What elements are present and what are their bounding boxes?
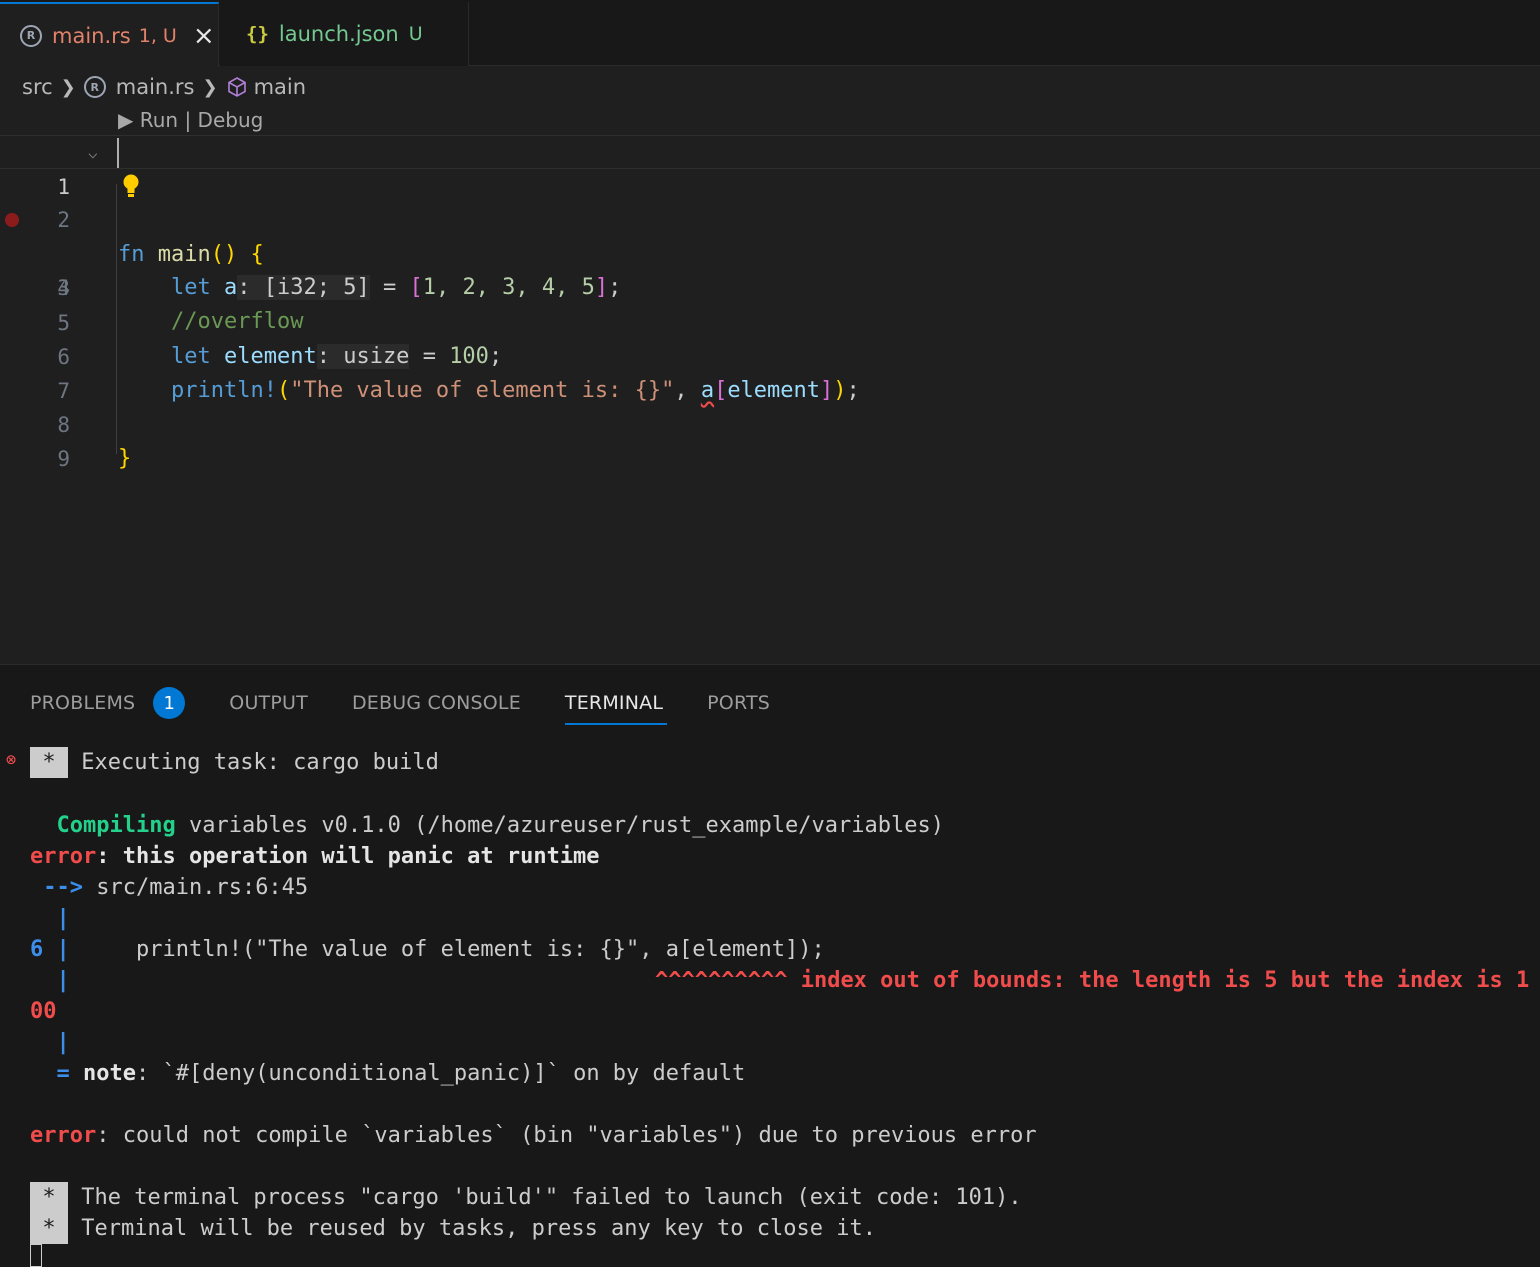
tab-label: launch.json — [278, 22, 399, 46]
code-line-6[interactable]: 6 println!("The value of element is: {}"… — [0, 306, 1540, 403]
tab-ports[interactable]: PORTS — [707, 683, 770, 723]
panel-tabs: PROBLEMS 1 OUTPUT DEBUG CONSOLE TERMINAL… — [30, 683, 814, 725]
code-editor[interactable]: ▶ Run | Debug 1 ⌵ fn main() { 2 let a: [… — [0, 104, 1540, 664]
code-line-9[interactable]: 9 — [0, 408, 1540, 471]
tab-label: PORTS — [707, 692, 771, 714]
tab-output[interactable]: OUTPUT — [229, 683, 308, 723]
tab-launch-json[interactable]: {} launch.json U — [220, 2, 469, 66]
fold-chevron-icon[interactable]: ⌵ — [88, 136, 98, 170]
breadcrumb: src ❯ R main.rs ❯ main — [22, 70, 306, 104]
brace: } — [118, 446, 132, 471]
rust-file-icon: R — [83, 76, 106, 98]
breadcrumb-file[interactable]: main.rs — [116, 75, 195, 99]
problems-count-badge: 1 — [153, 687, 186, 719]
bottom-panel: PROBLEMS 1 OUTPUT DEBUG CONSOLE TERMINAL… — [0, 664, 1540, 1267]
code-line-3[interactable]: 3 — [0, 203, 1540, 300]
rust-file-icon: R — [20, 24, 42, 47]
tab-status: U — [408, 23, 423, 45]
code-line-5[interactable]: 5 let element: usize = 100; — [0, 272, 1540, 369]
tab-terminal[interactable]: TERMINAL — [564, 683, 668, 725]
text-cursor — [117, 138, 119, 168]
code-line-8[interactable]: 8 } — [0, 374, 1540, 471]
tab-label: DEBUG CONSOLE — [351, 692, 521, 714]
tab-problems[interactable]: PROBLEMS 1 — [30, 683, 186, 723]
tab-main-rs[interactable]: R main.rs 1, U × — [0, 2, 219, 67]
code-line-4[interactable]: 4 //overflow — [0, 237, 1540, 334]
breakpoint-icon[interactable] — [5, 213, 19, 227]
json-icon: {} — [246, 23, 269, 45]
chevron-right-icon: ❯ — [60, 76, 76, 98]
chevron-right-icon: ❯ — [202, 76, 218, 98]
code-line-1[interactable]: 1 ⌵ fn main() { — [0, 135, 1540, 267]
editor-tab-bar: R main.rs 1, U × {} launch.json U — [0, 0, 1540, 67]
breadcrumb-folder[interactable]: src — [22, 75, 53, 99]
code-line-2[interactable]: 2 let a: [i32; 5] = [1, 2, 3, 4, 5]; — [0, 169, 1540, 300]
tab-label: OUTPUT — [229, 692, 308, 714]
symbol-method-icon — [227, 77, 246, 97]
lightbulb-icon[interactable] — [122, 173, 140, 199]
tab-label: PROBLEMS — [30, 692, 136, 714]
tab-label: main.rs — [52, 23, 131, 48]
code-line-7[interactable]: 7 — [0, 340, 1540, 403]
tab-status: 1, U — [138, 24, 177, 47]
codelens-run-debug[interactable]: ▶ Run | Debug — [118, 108, 263, 132]
tab-label: TERMINAL — [564, 692, 664, 714]
close-icon[interactable]: × — [193, 21, 215, 51]
line-number: 9 — [57, 447, 70, 471]
breadcrumb-symbol[interactable]: main — [254, 75, 306, 99]
tab-debug-console[interactable]: DEBUG CONSOLE — [352, 683, 521, 723]
